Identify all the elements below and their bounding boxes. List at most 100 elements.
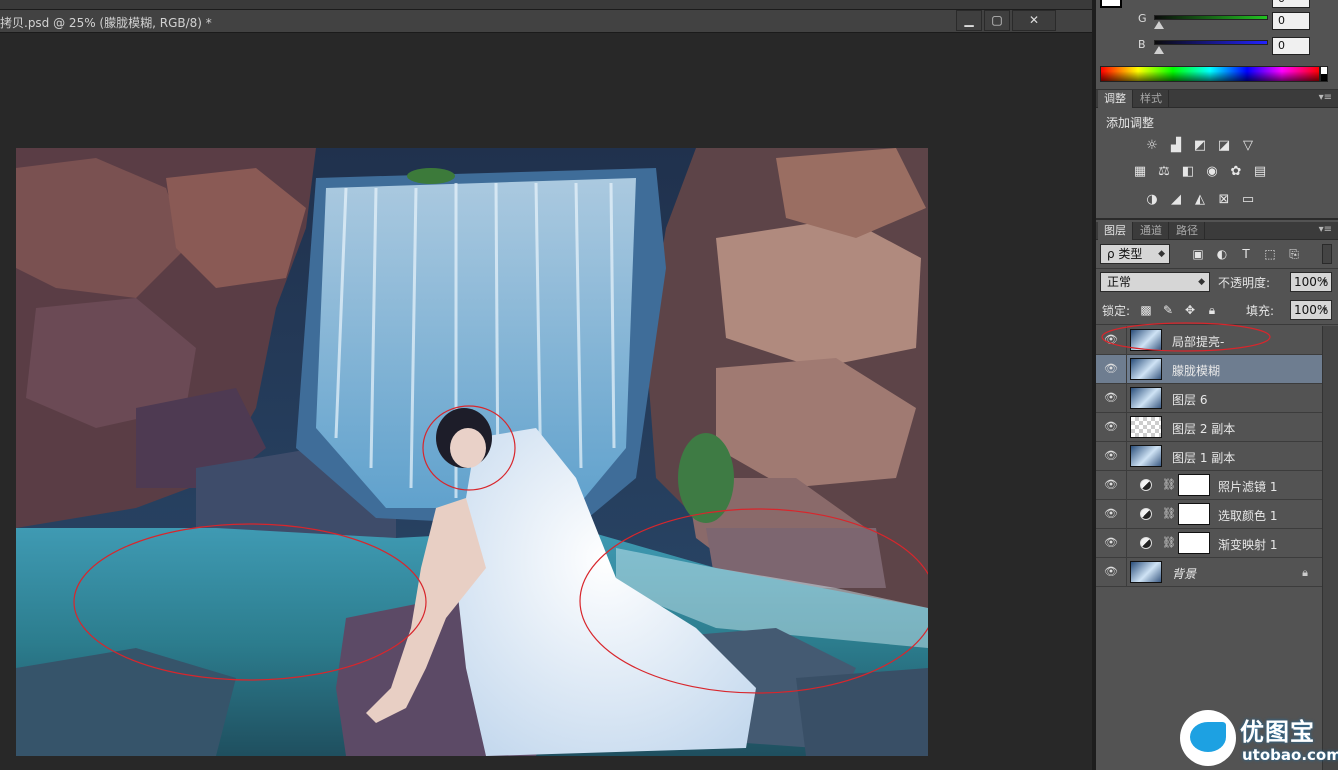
invert-icon[interactable]: ◑ <box>1144 192 1160 208</box>
layer-row-photo-filter[interactable]: 👁︎ ⛓︎ 照片滤镜 1 <box>1096 471 1322 500</box>
panel-menu-icon[interactable]: ▾≡ <box>1319 224 1332 235</box>
visibility-eye-icon[interactable]: 👁︎ <box>1104 420 1118 434</box>
color-spectrum[interactable] <box>1100 66 1320 82</box>
tab-layers[interactable]: 图层 <box>1098 222 1133 240</box>
layer-row-selective-color[interactable]: 👁︎ ⛓︎ 选取颜色 1 <box>1096 500 1322 529</box>
posterize-icon[interactable]: ◢ <box>1168 192 1184 208</box>
mask-link-icon[interactable]: ⛓︎ <box>1162 507 1176 520</box>
visibility-eye-icon[interactable]: 👁︎ <box>1104 478 1118 492</box>
layer-row-background[interactable]: 👁︎ 背景 🔒︎ <box>1096 558 1322 587</box>
g-channel-slider[interactable] <box>1154 15 1268 20</box>
watermark-domain-text: utobao.com <box>1242 746 1338 764</box>
lock-icon: 🔒︎ <box>1302 566 1308 579</box>
black-white-icon[interactable]: ◧ <box>1180 164 1196 180</box>
fill-input[interactable]: 100% ▾ <box>1290 300 1332 320</box>
layer-name[interactable]: 朦胧模糊 <box>1172 362 1220 379</box>
visibility-eye-icon[interactable]: 👁︎ <box>1104 449 1118 463</box>
layer-thumbnail <box>1130 358 1162 380</box>
document-titlebar[interactable]: 拷贝.psd @ 25% (朦胧模糊, RGB/8) * ▁ ▢ ✕ <box>0 10 1092 33</box>
b-channel-value[interactable]: 0 <box>1272 37 1310 55</box>
filter-adjustment-icon[interactable]: ◐ <box>1214 246 1230 262</box>
fill-label: 填充: <box>1246 304 1275 318</box>
layer-name[interactable]: 渐变映射 1 <box>1218 536 1277 553</box>
lock-image-icon[interactable]: ✎ <box>1160 302 1176 318</box>
gradient-map-icon[interactable]: ⊠ <box>1216 192 1232 208</box>
hue-saturation-icon[interactable]: ▦ <box>1132 164 1148 180</box>
blend-mode-label: 正常 <box>1107 275 1132 289</box>
r-channel-value[interactable]: 0 <box>1272 0 1310 8</box>
minimize-button[interactable]: ▁ <box>956 10 982 31</box>
layer-list: 👁︎ 局部提亮- 👁︎ 朦胧模糊 👁︎ 图层 6 👁︎ 图层 2 副本 👁︎ 图… <box>1096 322 1322 587</box>
visibility-eye-icon[interactable]: 👁︎ <box>1104 391 1118 405</box>
filter-toggle[interactable] <box>1322 244 1332 264</box>
adjustment-layer-icon <box>1140 508 1152 520</box>
filter-kind-label: ρ 类型 <box>1107 247 1143 261</box>
selective-color-icon[interactable]: ▭ <box>1240 192 1256 208</box>
menu-strip <box>0 0 1092 10</box>
close-button[interactable]: ✕ <box>1012 10 1056 31</box>
tab-adjustments[interactable]: 调整 <box>1098 90 1133 108</box>
blend-mode-select[interactable]: 正常 ◆ <box>1100 272 1210 292</box>
channel-mixer-icon[interactable]: ✿ <box>1228 164 1244 180</box>
maximize-button[interactable]: ▢ <box>984 10 1010 31</box>
curves-icon[interactable]: ◩ <box>1192 138 1208 154</box>
layer-name[interactable]: 图层 2 副本 <box>1172 420 1235 437</box>
filter-shape-icon[interactable]: ⬚ <box>1262 246 1278 262</box>
layer-mask-thumbnail[interactable] <box>1178 474 1210 496</box>
layer-row-layer-1-copy[interactable]: 👁︎ 图层 1 副本 <box>1096 442 1322 471</box>
tab-paths[interactable]: 路径 <box>1170 222 1205 240</box>
lock-position-icon[interactable]: ✥ <box>1182 302 1198 318</box>
layer-row-highlight[interactable]: 👁︎ 局部提亮- <box>1096 322 1322 355</box>
layer-row-layer-6[interactable]: 👁︎ 图层 6 <box>1096 384 1322 413</box>
layer-mask-thumbnail[interactable] <box>1178 503 1210 525</box>
panel-menu-icon[interactable]: ▾≡ <box>1319 92 1332 103</box>
document-window: 拷贝.psd @ 25% (朦胧模糊, RGB/8) * ▁ ▢ ✕ <box>0 0 1092 770</box>
layer-name[interactable]: 背景 <box>1172 565 1196 582</box>
opacity-input[interactable]: 100% ▾ <box>1290 272 1332 292</box>
visibility-eye-icon[interactable]: 👁︎ <box>1104 565 1118 579</box>
adjustments-tabbar: 调整 样式 ▾≡ <box>1096 90 1338 108</box>
layer-name[interactable]: 照片滤镜 1 <box>1218 478 1277 495</box>
waterfall-photo <box>16 148 928 756</box>
brightness-icon[interactable]: ☼ <box>1144 138 1160 154</box>
color-balance-icon[interactable]: ⚖ <box>1156 164 1172 180</box>
layers-tabbar: 图层 通道 路径 ▾≡ <box>1096 222 1338 240</box>
lock-transparent-icon[interactable]: ▩ <box>1138 302 1154 318</box>
canvas-image[interactable] <box>16 148 928 756</box>
b-slider-handle[interactable] <box>1154 46 1164 54</box>
foreground-swatch[interactable] <box>1100 0 1122 8</box>
visibility-eye-icon[interactable]: 👁︎ <box>1104 362 1118 376</box>
g-channel-value[interactable]: 0 <box>1272 12 1310 30</box>
color-lookup-icon[interactable]: ▤ <box>1252 164 1268 180</box>
layer-name[interactable]: 图层 6 <box>1172 391 1207 408</box>
filter-pixel-icon[interactable]: ▣ <box>1190 246 1206 262</box>
watermark-logo: 优图宝 utobao.com <box>1180 708 1338 770</box>
mask-link-icon[interactable]: ⛓︎ <box>1162 478 1176 491</box>
lock-all-icon[interactable]: 🔒︎ <box>1204 302 1220 318</box>
g-slider-handle[interactable] <box>1154 21 1164 29</box>
tab-styles[interactable]: 样式 <box>1134 90 1169 108</box>
levels-icon[interactable]: ▟ <box>1168 138 1184 154</box>
photo-filter-icon[interactable]: ◉ <box>1204 164 1220 180</box>
layer-row-layer-2-copy[interactable]: 👁︎ 图层 2 副本 <box>1096 413 1322 442</box>
tab-channels[interactable]: 通道 <box>1134 222 1169 240</box>
layer-mask-thumbnail[interactable] <box>1178 532 1210 554</box>
layer-name[interactable]: 图层 1 副本 <box>1172 449 1235 466</box>
threshold-icon[interactable]: ◭ <box>1192 192 1208 208</box>
layer-row-soft-blur[interactable]: 👁︎ 朦胧模糊 <box>1096 355 1322 384</box>
filter-type-icon[interactable]: T <box>1238 246 1254 262</box>
filter-smart-object-icon[interactable]: ⎘ <box>1286 246 1302 262</box>
layer-thumbnail <box>1130 416 1162 438</box>
b-channel-slider[interactable] <box>1154 40 1268 45</box>
layer-row-gradient-map[interactable]: 👁︎ ⛓︎ 渐变映射 1 <box>1096 529 1322 558</box>
black-white-swatch[interactable] <box>1320 66 1328 82</box>
vibrance-icon[interactable]: ▽ <box>1240 138 1256 154</box>
visibility-eye-icon[interactable]: 👁︎ <box>1104 536 1118 550</box>
b-channel-label: B <box>1138 38 1146 51</box>
layer-name[interactable]: 选取颜色 1 <box>1218 507 1277 524</box>
exposure-icon[interactable]: ◪ <box>1216 138 1232 154</box>
visibility-eye-icon[interactable]: 👁︎ <box>1104 507 1118 521</box>
mask-link-icon[interactable]: ⛓︎ <box>1162 536 1176 549</box>
layers-scrollbar[interactable] <box>1322 326 1338 770</box>
filter-kind-select[interactable]: ρ 类型 ◆ <box>1100 244 1170 264</box>
